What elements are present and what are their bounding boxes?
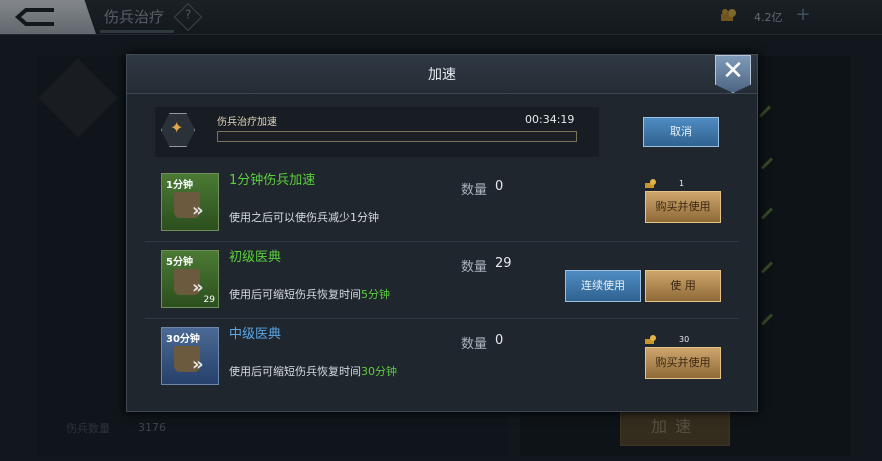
cancel-button[interactable]: 取消	[643, 117, 719, 147]
item-description: 使用之后可以使伤兵减少1分钟	[229, 211, 379, 224]
gold-coins-icon	[645, 335, 656, 344]
quantity-label: 数量	[461, 260, 488, 275]
item-name: 中级医典	[229, 327, 282, 342]
list-item: 1分钟 » 1分钟伤兵加速 使用之后可以使伤兵减少1分钟 数量 0 1 购买并使…	[145, 165, 739, 242]
quantity-value: 29	[495, 256, 512, 271]
quantity-label: 数量	[461, 337, 488, 352]
dialog-title: 加速	[428, 67, 456, 83]
item-description: 使用后可缩短伤兵恢复时间30分钟	[229, 365, 397, 378]
item-name: 初级医典	[229, 250, 282, 265]
medical-book-icon: 5分钟 » 29	[161, 250, 219, 308]
dialog-header: 加速	[127, 55, 757, 94]
buy-and-use-button[interactable]: 购买并使用	[645, 347, 721, 379]
use-button[interactable]: 使 用	[645, 270, 721, 302]
continuous-use-button[interactable]: 连续使用	[565, 270, 641, 302]
list-item: 30分钟 » 中级医典 使用后可缩短伤兵恢复时间30分钟 数量 0 30 购买并…	[145, 319, 739, 395]
gold-coins-icon	[645, 179, 656, 188]
progress-label: 伤兵治疗加速	[217, 117, 277, 128]
speedup-1min-icon: 1分钟 »	[161, 173, 219, 231]
buy-and-use-button[interactable]: 购买并使用	[645, 191, 721, 223]
price-value: 30	[679, 335, 690, 344]
item-description: 使用后可缩短伤兵恢复时间5分钟	[229, 288, 390, 301]
item-name: 1分钟伤兵加速	[229, 173, 316, 188]
progress-bar	[217, 131, 577, 142]
price-value: 1	[679, 179, 685, 188]
advanced-medical-book-icon: 30分钟 »	[161, 327, 219, 385]
quantity-label: 数量	[461, 183, 488, 198]
quantity-value: 0	[495, 333, 504, 348]
potion-icon: ✦	[161, 113, 195, 147]
progress-time: 00:34:19	[525, 113, 575, 126]
heal-progress: ✦ 伤兵治疗加速 00:34:19	[155, 107, 599, 157]
list-item: 5分钟 » 29 初级医典 使用后可缩短伤兵恢复时间5分钟 数量 29 连续使用…	[145, 242, 739, 319]
quantity-value: 0	[495, 179, 504, 194]
accelerate-dialog: 加速 ✕ ✦ 伤兵治疗加速 00:34:19 取消 1分钟 » 1分钟伤兵加速 …	[126, 54, 758, 412]
